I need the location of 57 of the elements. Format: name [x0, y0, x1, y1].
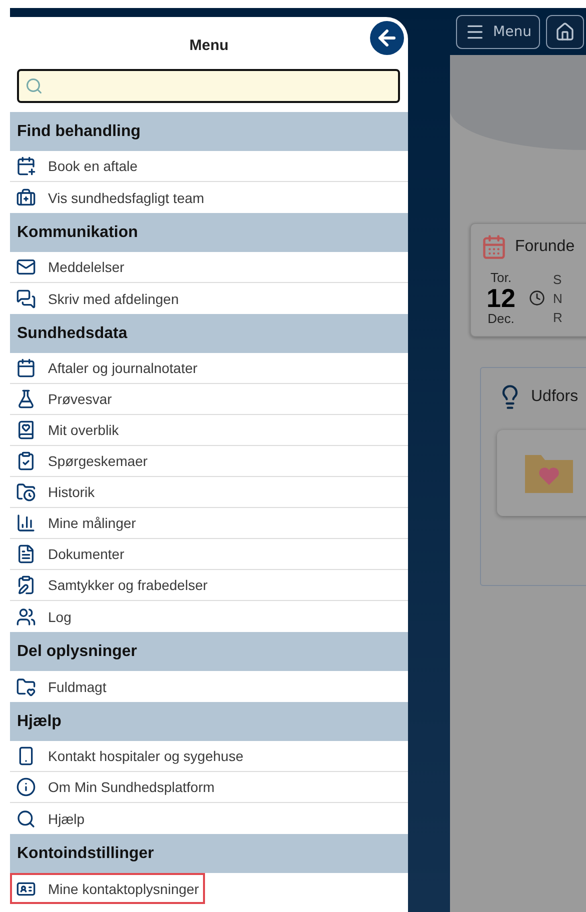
day-number: 12 — [486, 285, 516, 311]
people-icon — [16, 606, 36, 626]
menu-item[interactable]: Samtykker og frabedelser — [10, 570, 408, 601]
home-icon — [555, 22, 576, 42]
section-header: Del oplysninger — [10, 632, 408, 671]
menu-item[interactable]: Prøvesvar — [10, 384, 408, 415]
menu-title: Menu — [189, 36, 229, 54]
calendar-icon — [16, 358, 36, 378]
clipboard-pen-icon — [16, 575, 36, 595]
card-title: Forunde — [515, 238, 575, 256]
menu-item[interactable]: Meddelelser — [10, 252, 408, 283]
detail-text: R — [553, 310, 562, 324]
menu-button[interactable]: Menu — [456, 14, 540, 48]
calendar-plus-icon — [16, 156, 36, 176]
medical-kit-icon — [16, 188, 36, 208]
menu-item[interactable]: Book en aftale — [10, 151, 408, 182]
bar-chart-icon — [16, 513, 36, 533]
clipboard-check-icon — [16, 451, 36, 471]
weekday-text: Tor. — [490, 270, 512, 285]
section-header: Hjælp — [10, 702, 408, 741]
time-text: S — [553, 272, 562, 286]
menu-item[interactable]: Mine kontaktoplysninger — [10, 873, 205, 904]
folder-heart-icon — [16, 676, 36, 696]
menu-item[interactable]: Spørgeskemaer — [10, 446, 408, 477]
flask-icon — [16, 389, 36, 409]
menu-item[interactable]: Skriv med afdelingen — [10, 283, 408, 314]
menu-item[interactable]: Om Min Sundhedsplatform — [10, 772, 408, 803]
menu-item[interactable]: Fuldmagt — [10, 671, 408, 702]
detail-text: N — [553, 290, 562, 306]
section-header: Kontoindstillinger — [10, 834, 408, 873]
panel-title: Udfors — [531, 388, 578, 406]
section-header: Kommunikation — [10, 213, 408, 252]
search-icon — [25, 77, 43, 95]
menu-item[interactable]: Historik — [10, 477, 408, 508]
info-icon — [16, 777, 36, 797]
search-icon — [16, 808, 36, 828]
menu-item[interactable]: Mine målinger — [10, 508, 408, 539]
folder-clock-icon — [16, 482, 36, 502]
calendar-icon — [481, 234, 507, 260]
section-header: Find behandling — [10, 112, 408, 151]
document-icon — [16, 544, 36, 564]
heart-book-icon — [16, 420, 36, 440]
month-text: Dec. — [488, 311, 514, 326]
menu-item[interactable]: Log — [10, 601, 408, 632]
menu-item[interactable]: Hjælp — [10, 803, 408, 834]
menu-item[interactable]: Aftaler og journalnotater — [10, 353, 408, 384]
chat-bubbles-icon — [16, 288, 36, 308]
menu-item[interactable]: Mit overblik — [10, 415, 408, 446]
section-header: Sundhedsdata — [10, 314, 408, 353]
home-button[interactable] — [546, 14, 584, 48]
menu-item[interactable]: Dokumenter — [10, 539, 408, 570]
back-button[interactable] — [370, 21, 404, 55]
clock-icon — [529, 290, 545, 306]
menu-item[interactable]: Vis sundhedsfagligt team — [10, 182, 408, 213]
menu-item[interactable]: Kontakt hospitaler og sygehuse — [10, 741, 408, 772]
envelope-icon — [16, 257, 36, 277]
search-field[interactable] — [17, 69, 400, 103]
